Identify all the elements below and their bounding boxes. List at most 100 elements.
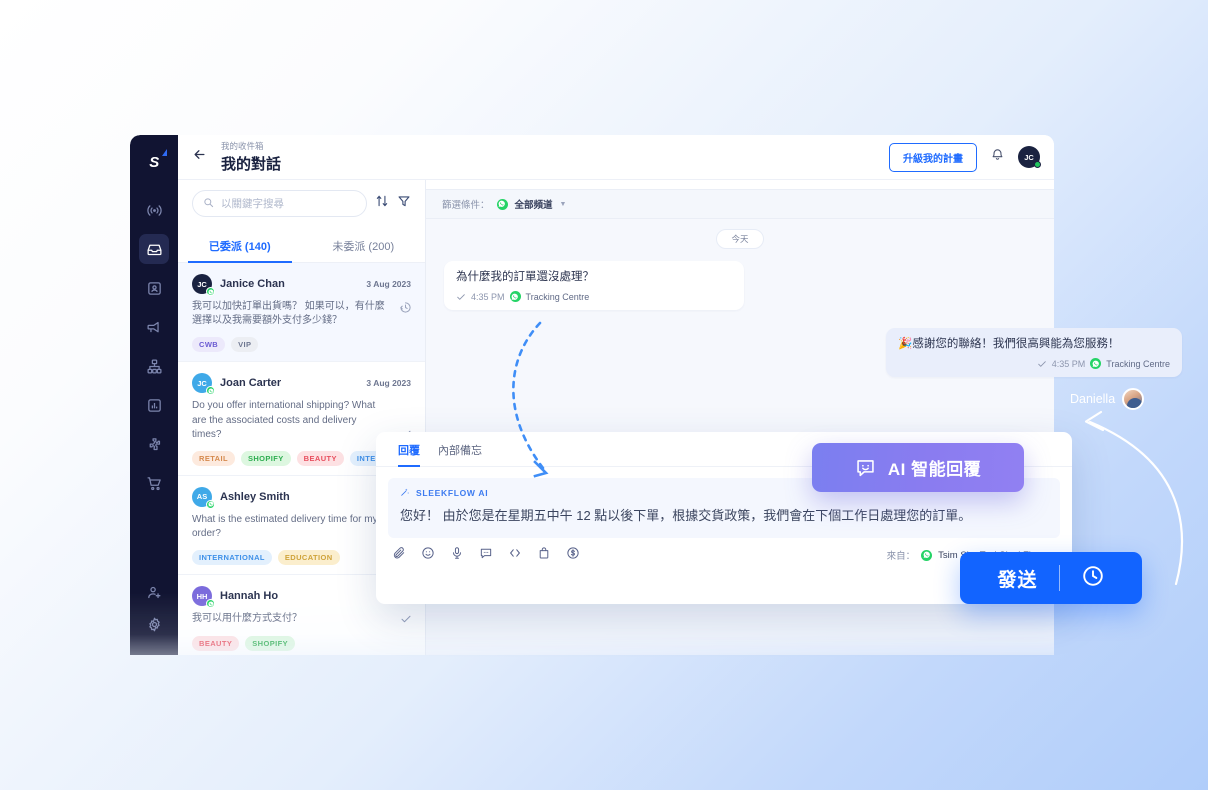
message-bubble-incoming: 為什麼我的訂單還沒處理？ 4:35 PM Tracking Centre (444, 261, 744, 310)
draft-message-text[interactable]: 您好！ 由於您是在星期五中午 12 點以後下單，根據交貨政策，我們會在下個工作日… (400, 506, 1048, 526)
search-input[interactable] (221, 198, 356, 210)
message-time: 4:35 PM (471, 291, 505, 303)
megaphone-icon (146, 319, 163, 336)
whatsapp-icon (921, 550, 932, 561)
whatsapp-badge-icon (206, 599, 215, 608)
code-icon (508, 546, 522, 565)
tab-internal-note[interactable]: 內部備忘 (438, 442, 482, 466)
read-status-icon (400, 612, 412, 630)
avatar-initials: AS (197, 492, 207, 501)
from-label: 來自： (887, 548, 916, 562)
bar-chart-icon (146, 397, 163, 414)
rail-item-analytics[interactable] (139, 390, 169, 420)
list-item-date: 3 Aug 2023 (366, 378, 411, 388)
ai-smart-reply-button[interactable]: AI 智能回覆 (812, 443, 1024, 492)
compose-icon-group (392, 546, 580, 565)
contact-card-icon (146, 280, 163, 297)
send-label: 發送 (997, 565, 1037, 592)
bell-icon (990, 147, 1005, 167)
rail-item-integrations[interactable] (139, 429, 169, 459)
whatsapp-badge-icon (206, 386, 215, 395)
list-item-tags: BEAUTY SHOPIFY (192, 636, 411, 651)
list-item-name: Janice Chan (220, 278, 285, 290)
rail-item-contacts[interactable] (139, 273, 169, 303)
rail-item-broadcast[interactable] (139, 195, 169, 225)
upgrade-plan-button[interactable]: 升級我的計畫 (889, 143, 977, 172)
tag: RETAIL (192, 451, 235, 466)
ai-smiley-icon (855, 457, 876, 478)
notifications-button[interactable] (990, 147, 1005, 167)
snooze-status-icon (399, 301, 412, 319)
avatar (1122, 388, 1144, 410)
filter-icon (397, 194, 411, 213)
list-item-name: Hannah Ho (220, 590, 278, 602)
list-item-tags: CWB VIP (192, 337, 411, 352)
avatar-initials: HH (197, 592, 208, 601)
sleekflow-logo: S (139, 147, 169, 177)
logo-tick-icon (162, 149, 167, 156)
search-box[interactable] (192, 190, 367, 217)
snippet-button[interactable] (508, 546, 522, 565)
rail-item-inbox[interactable] (139, 234, 169, 264)
payment-button[interactable] (566, 546, 580, 565)
rail-item-flow-builder[interactable] (139, 351, 169, 381)
left-nav-rail: S (130, 135, 178, 655)
list-item[interactable]: JC Janice Chan 3 Aug 2023 我可以加快訂單出貨嗎？ 如果… (178, 263, 425, 362)
ai-button-label: AI 智能回覆 (888, 455, 981, 480)
sort-button[interactable] (375, 194, 389, 213)
paperclip-icon (392, 546, 406, 565)
ai-label-text: SLEEKFLOW AI (416, 488, 488, 498)
magic-wand-icon (400, 487, 410, 499)
avatar: JC (192, 274, 212, 294)
list-item-name: Joan Carter (220, 377, 281, 389)
quick-reply-button[interactable] (479, 546, 493, 565)
tag: VIP (231, 337, 258, 352)
flow-icon (146, 358, 163, 375)
tab-assigned[interactable]: 已委派 (140) (178, 229, 302, 262)
page-title: 我的對話 (221, 153, 281, 174)
chat-bubble-icon (479, 546, 493, 565)
back-button[interactable] (192, 147, 207, 167)
rail-item-campaign[interactable] (139, 312, 169, 342)
send-button[interactable]: 發送 (960, 552, 1142, 604)
top-bar-actions: 升級我的計畫 JC (889, 143, 1040, 172)
message-bubble-outgoing-wrap: 🎉感謝您的聯絡！我們很高興能為您服務！ 4:35 PM Tracking Cen… (886, 328, 1182, 377)
breadcrumb: 我的收件箱 (221, 140, 281, 152)
avatar: HH (192, 586, 212, 606)
microphone-icon (450, 546, 464, 565)
channel-filter-value: 全部頻道 (515, 197, 553, 211)
search-icon (203, 195, 214, 213)
search-row (178, 180, 425, 223)
schedule-send-button[interactable] (1081, 564, 1105, 593)
rail-item-settings[interactable] (139, 616, 169, 646)
top-bar: 我的收件箱 我的對話 升級我的計畫 JC (178, 135, 1054, 180)
avatar-initials: JC (197, 379, 207, 388)
emoji-button[interactable] (421, 546, 435, 565)
tag: BEAUTY (192, 636, 239, 651)
message-channel: Tracking Centre (526, 291, 590, 303)
filter-button[interactable] (397, 194, 411, 213)
message-meta: 4:35 PM Tracking Centre (898, 358, 1170, 370)
avatar: JC (192, 373, 212, 393)
message-time: 4:35 PM (1052, 358, 1086, 370)
list-item-date: 3 Aug 2023 (366, 279, 411, 289)
attachment-button[interactable] (392, 546, 406, 565)
tab-reply[interactable]: 回覆 (398, 442, 420, 466)
rail-item-invite-user[interactable] (139, 577, 169, 607)
avatar: AS (192, 487, 212, 507)
whatsapp-icon (510, 291, 521, 302)
online-status-dot (1034, 161, 1041, 168)
clock-icon (1081, 564, 1105, 593)
channel-filter-bar[interactable]: 篩選條件： 全部頻道 ▼ (426, 189, 1054, 219)
tab-unassigned[interactable]: 未委派 (200) (302, 229, 426, 262)
shopping-cart-icon (146, 475, 163, 492)
sort-icon (375, 194, 389, 213)
tag: EDUCATION (278, 550, 340, 565)
message-bubble-outgoing: 🎉感謝您的聯絡！我們很高興能為您服務！ 4:35 PM Tracking Cen… (886, 328, 1182, 377)
product-button[interactable] (537, 546, 551, 565)
message-text: 🎉感謝您的聯絡！我們很高興能為您服務！ (898, 337, 1170, 353)
voice-message-button[interactable] (450, 546, 464, 565)
user-avatar[interactable]: JC (1018, 146, 1040, 168)
whatsapp-badge-icon (206, 287, 215, 296)
rail-item-commerce[interactable] (139, 468, 169, 498)
